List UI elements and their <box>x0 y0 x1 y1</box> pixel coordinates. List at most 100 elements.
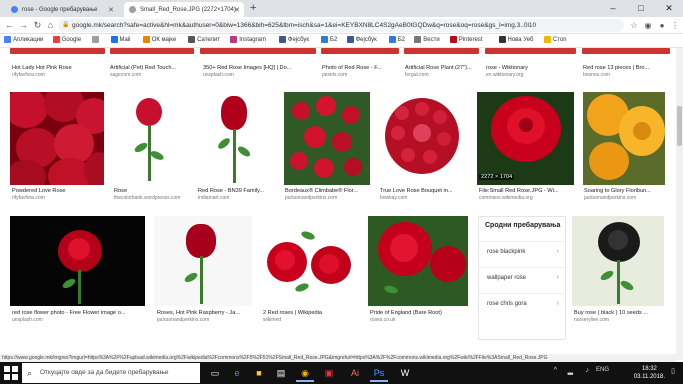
related-search-item[interactable]: rose blackpink › <box>479 241 565 261</box>
bookmark-item[interactable] <box>91 36 101 43</box>
result-title[interactable]: Bordeaux® Climbabe® Flor... <box>285 188 371 194</box>
result-source: en.wiktionary.org <box>486 72 524 78</box>
tab-google-search[interactable]: rose - Google пребарување ✕ <box>6 2 118 17</box>
result-title[interactable]: Soaring to Glory Floribun... <box>584 188 666 194</box>
back-arrow-icon[interactable]: ← <box>3 19 16 32</box>
result-source: fergut.com <box>405 72 429 78</box>
minimize-button[interactable]: – <box>599 0 627 17</box>
scrollbar-thumb[interactable] <box>677 106 682 146</box>
result-title[interactable]: rose - Wiktionary <box>486 65 576 71</box>
result-title[interactable]: Photo of Red Rose - F... <box>322 65 400 71</box>
result-image[interactable] <box>112 92 186 185</box>
bookmark-item[interactable]: Google <box>52 36 81 43</box>
close-tab-icon[interactable]: ✕ <box>108 6 114 14</box>
bookmark-item[interactable]: Апликации <box>4 36 43 43</box>
result-title[interactable]: Artificial Rose Plant (27")... <box>405 65 480 71</box>
related-search-item[interactable]: rose chris gora › <box>479 293 565 313</box>
profile-icon[interactable]: ● <box>656 19 668 32</box>
result-image[interactable] <box>485 48 576 54</box>
bookmark-item[interactable]: Стоп <box>543 36 567 43</box>
bookmark-item[interactable]: Mail <box>110 36 131 43</box>
bookmark-item[interactable]: Фејсбук <box>278 36 309 43</box>
result-title[interactable]: File:Small Red Rose.JPG - Wi... <box>479 188 575 194</box>
network-icon[interactable]: ▂ <box>568 367 573 375</box>
windows-start-icon[interactable] <box>4 366 18 380</box>
result-image[interactable] <box>582 48 670 54</box>
result-title[interactable]: Hot Lady Hot Pink Rose <box>12 65 107 71</box>
result-title[interactable]: Powdered Love Rose <box>12 188 104 194</box>
result-title[interactable]: Red Rose - BN39 Family... <box>198 188 274 194</box>
bookmark-item[interactable]: Б2 <box>388 36 405 43</box>
edge-icon[interactable]: e <box>228 364 246 382</box>
result-image[interactable] <box>379 92 465 185</box>
result-title[interactable]: Pride of England (Bare Root) <box>370 310 468 316</box>
page-scrollbar[interactable] <box>676 48 683 360</box>
illustrator-icon[interactable]: Ai <box>346 364 364 382</box>
bookmark-item[interactable]: Pinterest <box>449 36 482 43</box>
result-image[interactable]: 2272 × 1704 <box>477 92 574 185</box>
close-window-button[interactable]: ✕ <box>655 0 683 17</box>
new-tab-button[interactable]: + <box>250 2 256 15</box>
photos-icon[interactable]: ▣ <box>320 364 338 382</box>
result-image[interactable] <box>10 48 105 54</box>
result-title[interactable]: True Love Rose Bouquet in... <box>380 188 466 194</box>
home-icon[interactable]: ⌂ <box>44 19 57 32</box>
maximize-button[interactable]: □ <box>627 0 655 17</box>
result-source: roses.co.uk <box>370 317 396 323</box>
bookmark-item[interactable]: Фејсбук <box>346 36 377 43</box>
result-image[interactable] <box>261 216 359 306</box>
related-search-label: rose blackpink <box>487 249 526 255</box>
result-image[interactable] <box>404 48 479 54</box>
star-icon[interactable]: ☆ <box>628 19 640 32</box>
result-image[interactable] <box>200 48 316 54</box>
result-title[interactable]: 350+ Red Rose Images [HQ] | Do... <box>203 65 315 71</box>
notification-icon[interactable]: ▯ <box>671 367 675 375</box>
result-image[interactable] <box>197 92 273 185</box>
result-image[interactable] <box>368 216 468 306</box>
result-image[interactable] <box>572 216 664 306</box>
bookmark-item[interactable]: Б2 <box>321 36 337 43</box>
store-icon[interactable]: ▤ <box>272 364 290 382</box>
task-view-icon[interactable]: ▭ <box>206 364 224 382</box>
close-tab-icon[interactable]: ✕ <box>234 6 240 14</box>
bookmark-item[interactable]: Instagram <box>230 36 266 43</box>
result-image[interactable] <box>154 216 252 306</box>
taskbar-search-box[interactable]: ⌕ Откуцајте овде за да бидете пребарувањ… <box>22 363 200 383</box>
result-image[interactable] <box>110 48 194 54</box>
forward-arrow-icon[interactable]: → <box>17 19 30 32</box>
result-title[interactable]: 2 Red roses | Wikipedia <box>263 310 359 316</box>
bookmark-item[interactable]: Сателит <box>188 36 220 43</box>
result-image[interactable] <box>583 92 665 185</box>
result-source: thecolorbank.wordpresss.com <box>114 195 181 201</box>
chrome-icon[interactable]: ◉ <box>296 364 314 382</box>
address-bar[interactable]: 🔒 google.mk/search?safe=active&hl=mk&aut… <box>58 19 624 32</box>
result-title[interactable]: Buy rose ( black ) 10 seeds ... <box>574 310 666 316</box>
file-explorer-icon[interactable]: ■ <box>250 364 268 382</box>
clock[interactable]: 18:32 03.11.2018. <box>634 365 665 381</box>
result-title[interactable]: Roses, Hot Pink Raspberry - Ja... <box>157 310 253 316</box>
result-source: bosnos.com <box>583 72 610 78</box>
bookmark-favicon-icon <box>414 36 422 43</box>
related-search-item[interactable]: wallpaper rose › <box>479 267 565 287</box>
extension-icon[interactable]: ◉ <box>642 19 654 32</box>
bookmark-item[interactable]: Нова Уеб <box>498 36 533 43</box>
tab-small-red-rose[interactable]: Small_Red_Rose.JPG (2272×1704) ✕ <box>124 2 244 17</box>
language-indicator[interactable]: ENG <box>596 367 609 373</box>
bookmark-item[interactable]: ОК мајке <box>142 36 176 43</box>
result-title[interactable]: Artificial (Pet) Red Touch... <box>110 65 195 71</box>
result-image[interactable] <box>321 48 399 54</box>
photoshop-icon[interactable]: Ps <box>370 364 388 382</box>
volume-icon[interactable]: ♪ <box>586 367 590 374</box>
menu-icon[interactable]: ⋮ <box>669 19 681 32</box>
result-image[interactable] <box>10 216 145 306</box>
result-title[interactable]: red rose flower photo - Free Flower imag… <box>12 310 147 316</box>
chevron-up-icon[interactable]: ^ <box>554 367 557 374</box>
result-image[interactable] <box>10 92 104 185</box>
reload-icon[interactable]: ↻ <box>31 19 44 32</box>
result-title[interactable]: Red rose 13 pieces | Bro... <box>583 65 671 71</box>
bookmark-favicon-icon <box>543 36 551 43</box>
bookmark-item[interactable]: Вести <box>414 36 440 43</box>
word-icon[interactable]: W <box>396 364 414 382</box>
result-title[interactable]: Rose <box>114 188 186 194</box>
result-image[interactable] <box>284 92 370 185</box>
